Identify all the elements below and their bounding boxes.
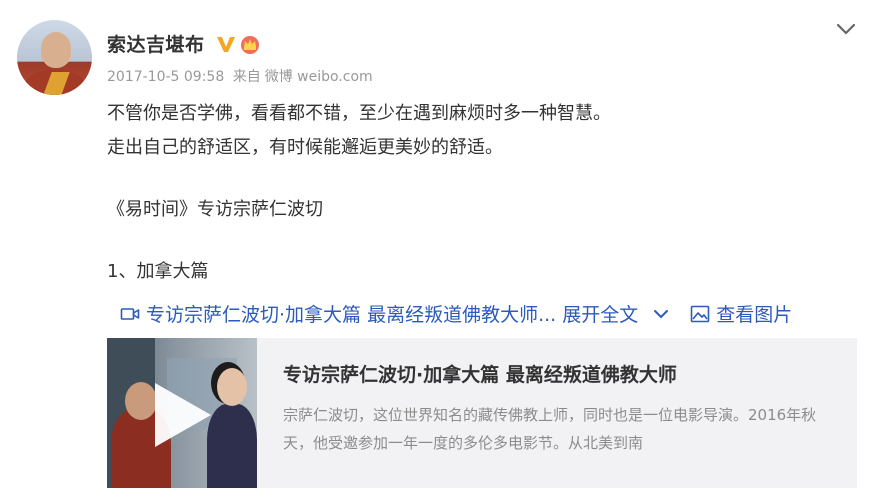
avatar[interactable]: [17, 20, 92, 95]
image-icon[interactable]: [690, 304, 710, 324]
post-text-line-3: 《易时间》专访宗萨仁波切: [107, 199, 323, 220]
post-timestamp[interactable]: 2017-10-5 09:58: [107, 69, 224, 85]
post-source-prefix: 来自: [232, 69, 261, 85]
post-links-row: 专访宗萨仁波切·加拿大篇 最离经叛道佛教大师... 展开全文 查看图片: [120, 300, 792, 327]
post-meta: 2017-10-5 09:58 来自 微博 weibo.com: [107, 66, 377, 86]
video-card[interactable]: 专访宗萨仁波切·加拿大篇 最离经叛道佛教大师 宗萨仁波切，这位世界知名的藏传佛教…: [107, 338, 857, 488]
play-icon[interactable]: [155, 383, 211, 447]
chevron-down-icon[interactable]: [834, 18, 858, 40]
vip-v-icon[interactable]: [215, 33, 237, 55]
thumbnail-person-interviewer: [207, 404, 257, 488]
thumbnail-person-monk-head: [125, 382, 157, 420]
post-text-line-1: 不管你是否学佛，看看都不错，至少在遇到麻烦时多一种智慧。: [107, 103, 611, 124]
video-card-title[interactable]: 专访宗萨仁波切·加拿大篇 最离经叛道佛教大师: [283, 360, 843, 387]
name-row: 索达吉堪布: [107, 30, 261, 57]
chevron-down-icon[interactable]: [652, 305, 670, 323]
video-card-text: 专访宗萨仁波切·加拿大篇 最离经叛道佛教大师 宗萨仁波切，这位世界知名的藏传佛教…: [257, 338, 843, 488]
thumbnail-person-interviewer-head: [217, 368, 247, 406]
post-text-line-2: 走出自己的舒适区，有时候能邂逅更美妙的舒适。: [107, 137, 503, 158]
user-name[interactable]: 索达吉堪布: [107, 30, 205, 57]
video-thumbnail[interactable]: [107, 338, 257, 488]
crown-icon[interactable]: [239, 33, 261, 55]
avatar-face: [41, 32, 71, 68]
video-card-description: 宗萨仁波切，这位世界知名的藏传佛教上师，同时也是一位电影导演。2016年秋天，他…: [283, 406, 817, 452]
post-text: 不管你是否学佛，看看都不错，至少在遇到麻烦时多一种智慧。 走出自己的舒适区，有时…: [107, 97, 611, 289]
video-link[interactable]: 专访宗萨仁波切·加拿大篇 最离经叛道佛教大师...: [146, 300, 556, 327]
post-text-line-4: 1、加拿大篇: [107, 261, 209, 282]
post-source[interactable]: 微博 weibo.com: [265, 69, 373, 85]
video-camera-icon[interactable]: [120, 304, 140, 324]
view-images-link[interactable]: 查看图片: [716, 300, 792, 327]
expand-full-text-link[interactable]: 展开全文: [562, 300, 638, 327]
